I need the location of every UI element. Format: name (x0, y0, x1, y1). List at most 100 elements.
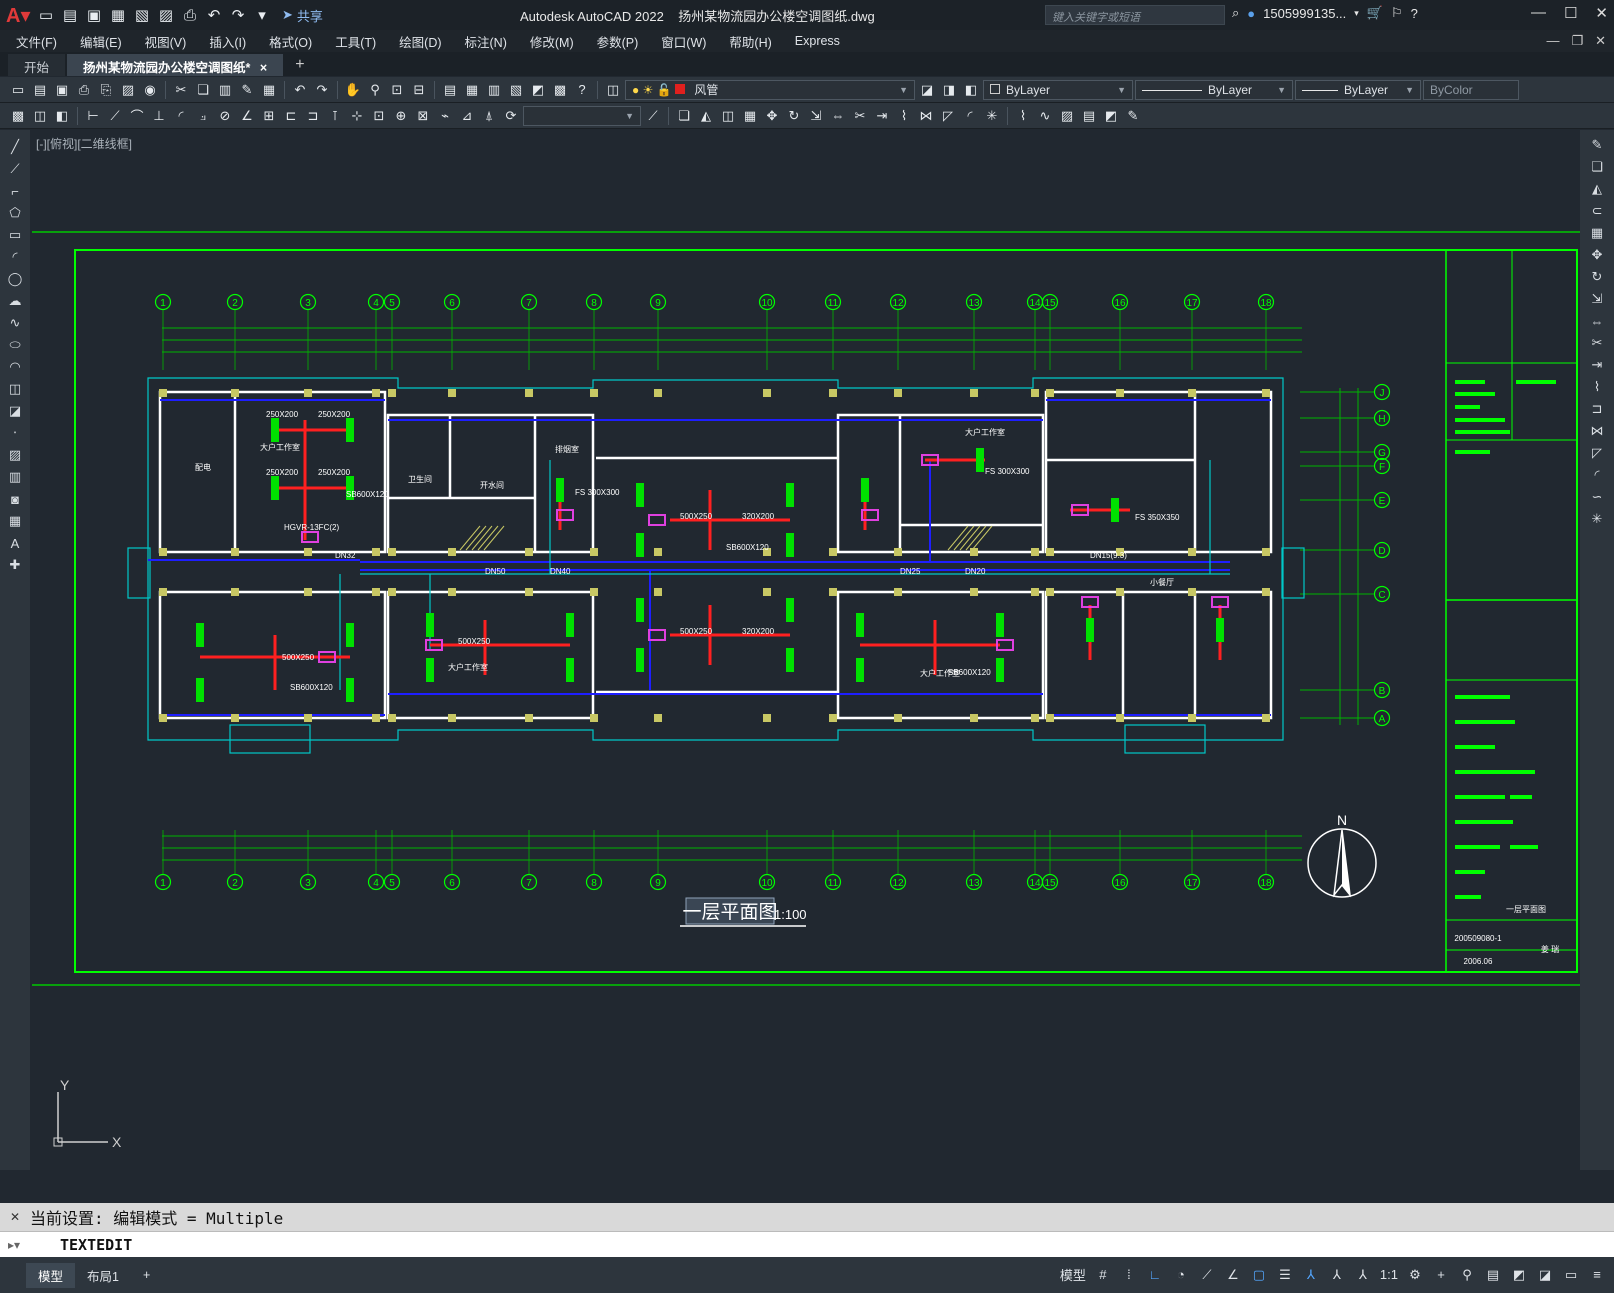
hardware-acceleration-icon[interactable]: ◪ (1536, 1266, 1554, 1284)
workspace-icon[interactable]: ▩ (8, 106, 28, 126)
zoom-previous-icon[interactable]: ⊟ (409, 80, 429, 100)
snap-icon[interactable]: ⁞ (1120, 1266, 1138, 1284)
point-icon[interactable]: ⋅ (5, 424, 25, 442)
undo-icon[interactable]: ↶ (204, 5, 224, 25)
customization-icon[interactable]: ≡ (1588, 1266, 1606, 1284)
polygon-icon[interactable]: ⬠ (5, 204, 25, 222)
copy-icon[interactable]: ❏ (1587, 158, 1607, 176)
array-icon[interactable]: ▦ (1587, 224, 1607, 242)
menu-express[interactable]: Express (795, 34, 840, 48)
jogged-linear-icon[interactable]: ⌁ (435, 106, 455, 126)
publish-icon[interactable]: ▨ (156, 5, 176, 25)
join-icon[interactable]: ⋈ (916, 106, 936, 126)
print-icon[interactable]: ⎙ (180, 5, 200, 25)
move-icon[interactable]: ✥ (1587, 246, 1607, 264)
multiline-text-icon[interactable]: A (5, 534, 25, 552)
chamfer-icon[interactable]: ◸ (938, 106, 958, 126)
workspace-gear-icon[interactable]: ⚙ (1406, 1266, 1424, 1284)
make-block-icon[interactable]: ◪ (5, 402, 25, 420)
circle-icon[interactable]: ◯ (5, 270, 25, 288)
dim-break-icon[interactable]: ⊹ (347, 106, 367, 126)
copy-object-icon[interactable]: ❏ (674, 106, 694, 126)
sheet-set-icon[interactable]: ▧ (506, 80, 526, 100)
menu-parametric[interactable]: 参数(P) (597, 32, 639, 51)
dim-baseline-icon[interactable]: ⊏ (281, 106, 301, 126)
dropdown-icon[interactable]: ▾ (1354, 8, 1359, 19)
command-prompt-icon[interactable]: ▸▾ (0, 1238, 60, 1252)
help-icon[interactable]: ? (1411, 6, 1418, 21)
customize-dropdown-icon[interactable]: ▾ (252, 5, 272, 25)
menu-help[interactable]: 帮助(H) (729, 32, 771, 51)
dim-arc-icon[interactable]: ⌒ (127, 106, 147, 126)
menu-dimension[interactable]: 标注(N) (465, 32, 507, 51)
extend-icon[interactable]: ⇥ (872, 106, 892, 126)
redo-icon[interactable]: ↷ (312, 80, 332, 100)
properties-icon[interactable]: ▤ (440, 80, 460, 100)
fillet-icon[interactable]: ◜ (960, 106, 980, 126)
block-editor-icon[interactable]: ▦ (259, 80, 279, 100)
tab-active-drawing[interactable]: 扬州某物流园办公楼空调图纸* × (67, 54, 284, 76)
dim-jogged-icon[interactable]: ⟓ (193, 106, 213, 126)
dim-diameter-icon[interactable]: ⊘ (215, 106, 235, 126)
auto-scale-icon[interactable]: ⅄ (1328, 1266, 1346, 1284)
cut-icon[interactable]: ✂ (171, 80, 191, 100)
menu-file[interactable]: 文件(F) (16, 32, 57, 51)
open-icon[interactable]: ▤ (30, 80, 50, 100)
new-file-icon[interactable]: ▭ (36, 5, 56, 25)
paste-icon[interactable]: ▥ (215, 80, 235, 100)
explode-icon[interactable]: ✳ (982, 106, 1002, 126)
insert-block-icon[interactable]: ◫ (5, 380, 25, 398)
inspection-icon[interactable]: ⊠ (413, 106, 433, 126)
plot-icon[interactable]: ⎙ (74, 80, 94, 100)
annotation-scale-icon[interactable]: ⅄ (1354, 1266, 1372, 1284)
annotation-visibility-icon[interactable]: ⅄ (1302, 1266, 1320, 1284)
add-layout-button[interactable]: + (131, 1265, 162, 1285)
make-current-icon[interactable]: ◪ (917, 80, 937, 100)
rotate-icon[interactable]: ↻ (1587, 268, 1607, 286)
dim-update-icon[interactable]: ⟳ (501, 106, 521, 126)
zoom-window-icon[interactable]: ⊡ (387, 80, 407, 100)
mirror-icon[interactable]: ◭ (696, 106, 716, 126)
color-dropdown[interactable]: ByLayer ▼ (983, 79, 1133, 100)
dim-angular-icon[interactable]: ∠ (237, 106, 257, 126)
table-icon[interactable]: ▦ (5, 512, 25, 530)
export-icon[interactable]: ▧ (132, 5, 152, 25)
open-file-icon[interactable]: ▤ (60, 5, 80, 25)
edit-polyline-icon[interactable]: ⌇ (1013, 106, 1033, 126)
doc-minimize-icon[interactable]: — (1546, 33, 1559, 49)
menu-modify[interactable]: 修改(M) (530, 32, 574, 51)
stretch-icon[interactable]: ⇔ (828, 106, 848, 126)
scale-icon[interactable]: ⇲ (806, 106, 826, 126)
fillet-icon[interactable]: ◜ (1587, 466, 1607, 484)
offset-icon[interactable]: ◫ (718, 106, 738, 126)
tolerance-icon[interactable]: ⊡ (369, 106, 389, 126)
tab-close-icon[interactable]: × (260, 61, 267, 75)
dim-continue-icon[interactable]: ⊐ (303, 106, 323, 126)
dim-aligned-icon[interactable]: ⟋ (105, 106, 125, 126)
drawing-title[interactable]: 一层平面图 (682, 901, 777, 923)
user-icon[interactable]: ● (1247, 6, 1255, 21)
drawing-canvas[interactable]: [-][俯视][二维线框] 一层平面图 200509080-1 2006.06 … (30, 130, 1580, 1203)
scale-icon[interactable]: ⇲ (1587, 290, 1607, 308)
line-icon[interactable]: ╱ (5, 138, 25, 156)
pan-icon[interactable]: ✋ (343, 80, 363, 100)
annotation-scale-value[interactable]: 1:1 (1380, 1267, 1398, 1282)
autocad-logo-icon[interactable]: A▾ (6, 3, 32, 28)
break-icon[interactable]: ⊐ (1587, 400, 1607, 418)
draw-order-icon[interactable]: ◩ (1101, 106, 1121, 126)
add-icon[interactable]: + (1432, 1266, 1450, 1284)
minimize-icon[interactable]: — (1531, 4, 1546, 22)
menu-format[interactable]: 格式(O) (269, 32, 312, 51)
add-selected-icon[interactable]: ✚ (5, 556, 25, 574)
arc-icon[interactable]: ◜ (5, 248, 25, 266)
menu-edit[interactable]: 编辑(E) (80, 32, 122, 51)
isodraft-icon[interactable]: ⟋ (1198, 1266, 1216, 1284)
tool-palettes-icon[interactable]: ▥ (484, 80, 504, 100)
layer-lock-icon[interactable]: 🔓 (657, 83, 672, 97)
3d-print-icon[interactable]: ◉ (140, 80, 160, 100)
polar-icon[interactable]: ◔ (1172, 1266, 1190, 1284)
clean-screen-icon[interactable]: ▭ (1562, 1266, 1580, 1284)
command-input[interactable]: TEXTEDIT (60, 1236, 132, 1254)
doc-close-icon[interactable]: ✕ (1595, 33, 1606, 49)
center-mark-icon[interactable]: ⊕ (391, 106, 411, 126)
